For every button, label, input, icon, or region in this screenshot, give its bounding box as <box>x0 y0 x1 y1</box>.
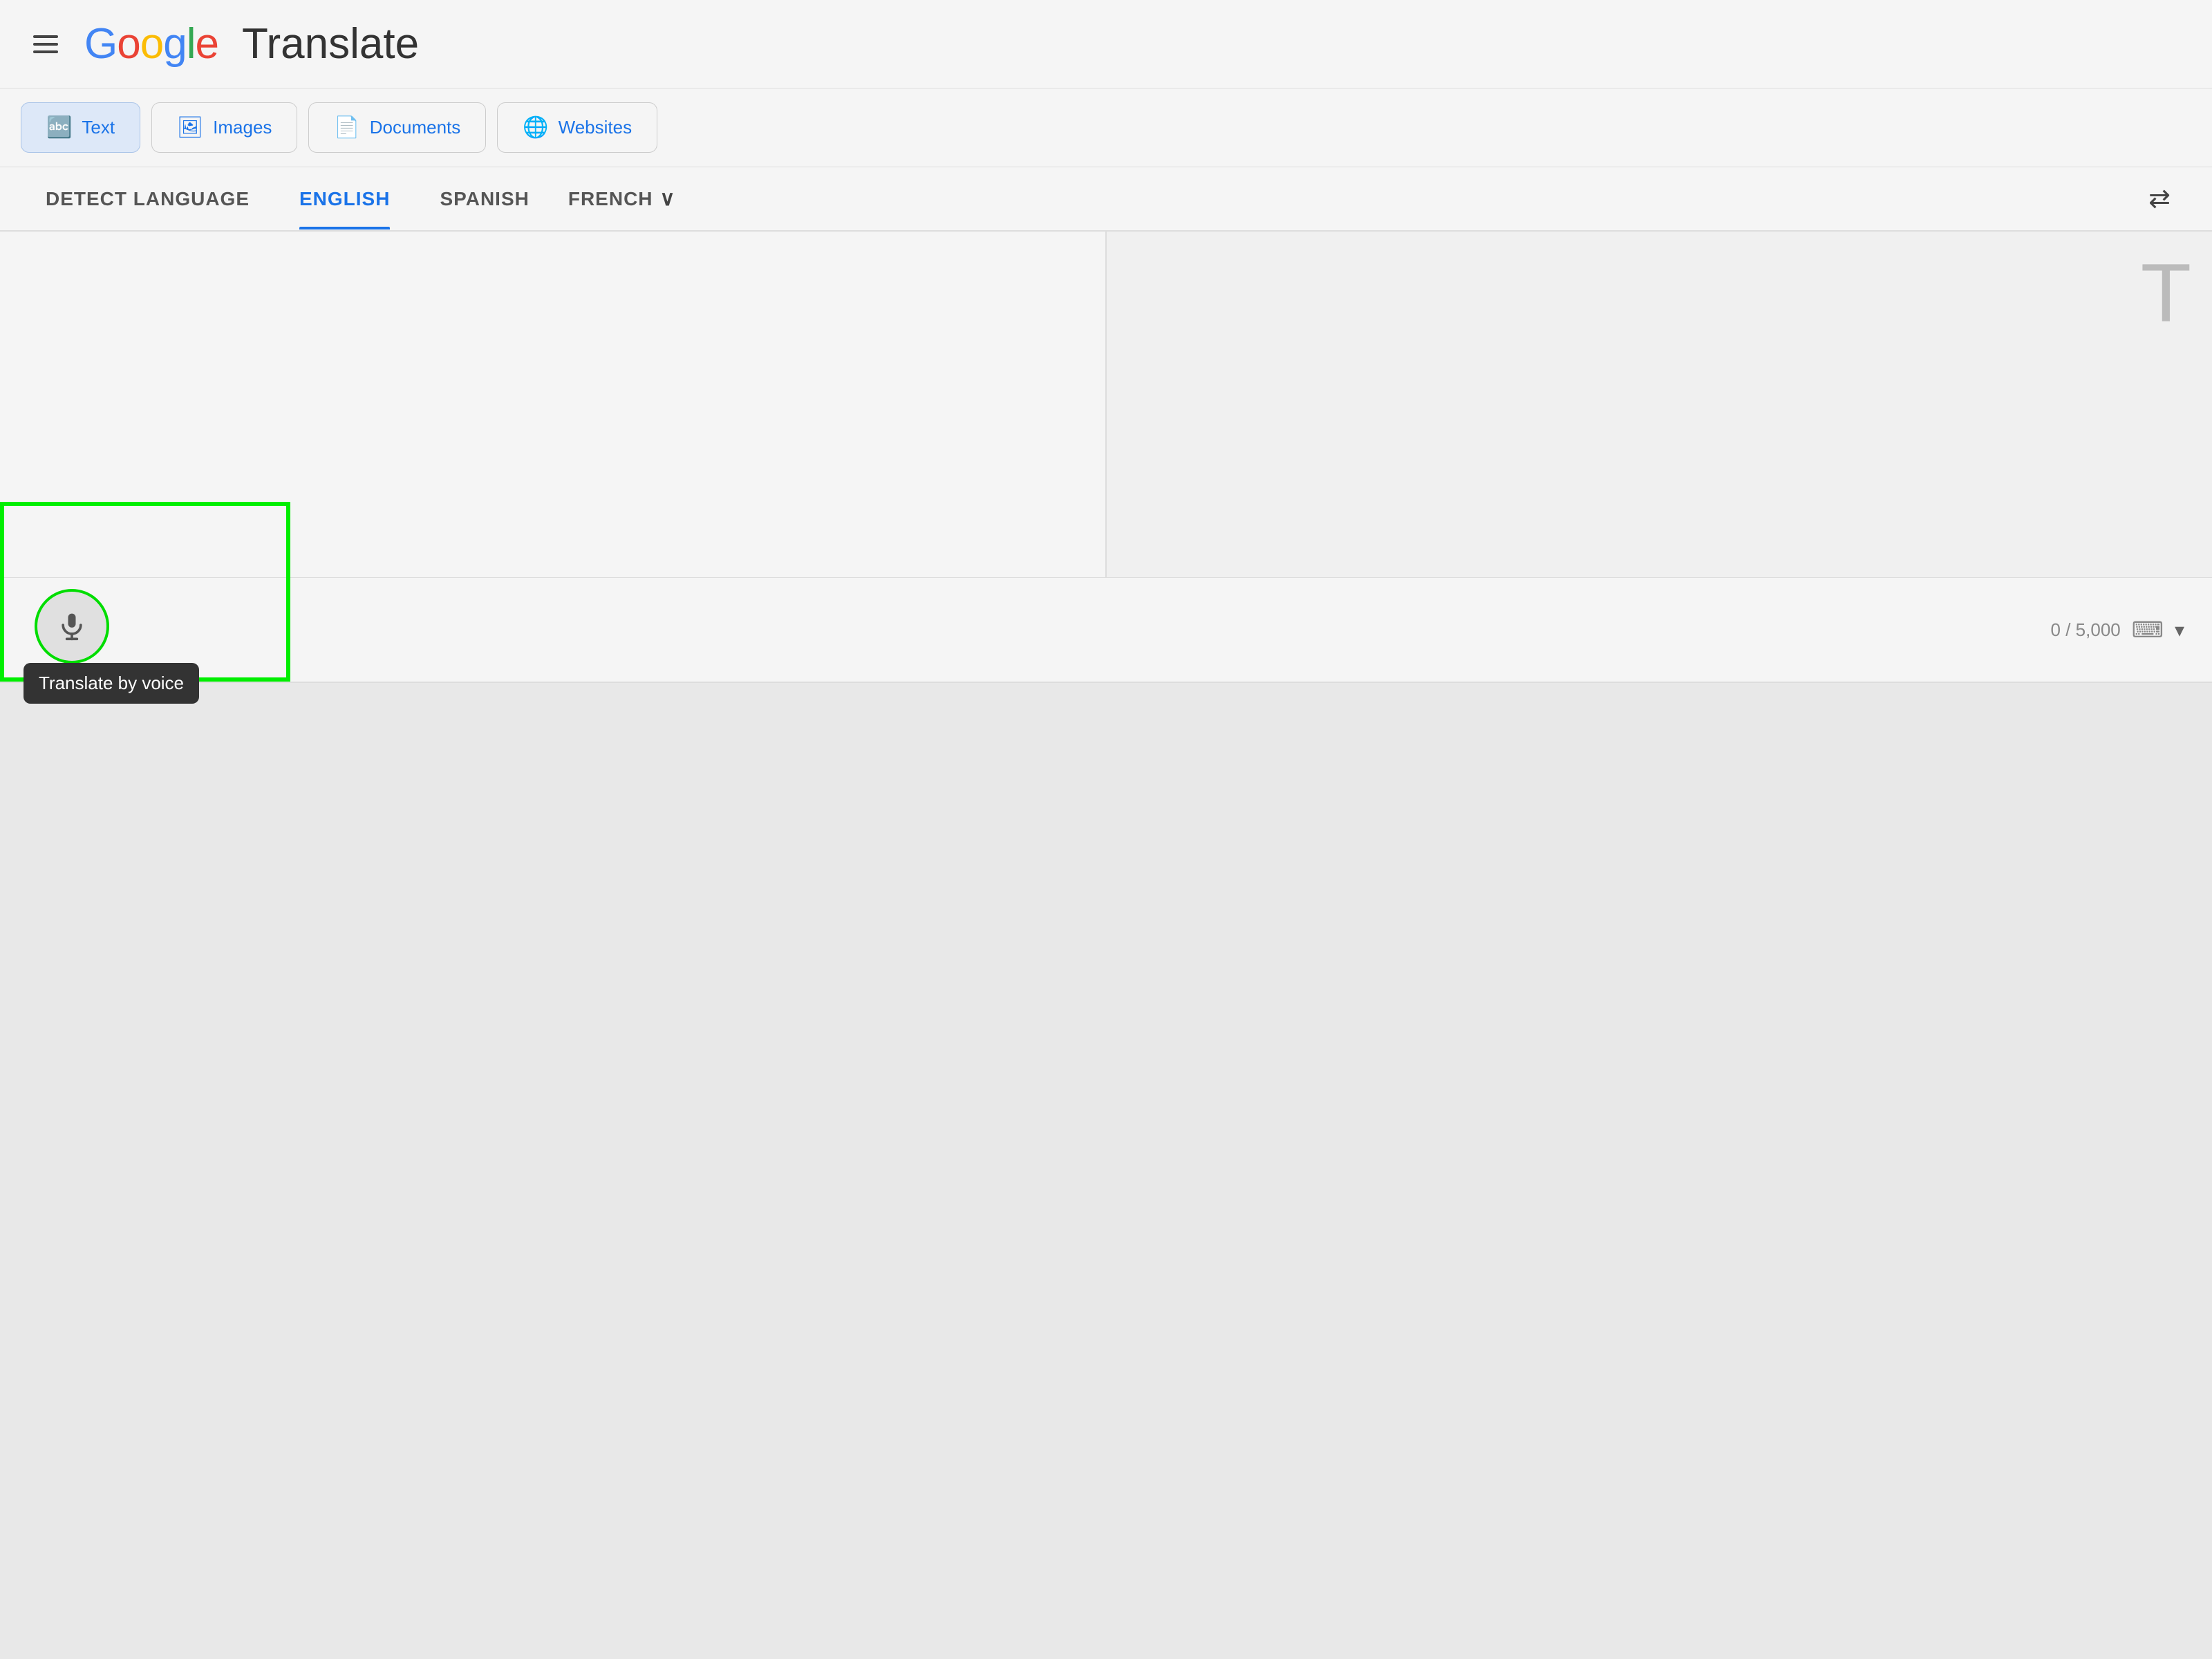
bottom-section <box>0 683 2212 766</box>
output-panel: T <box>1107 232 2212 577</box>
voice-button-wrapper: Translate by voice <box>37 592 106 661</box>
tab-images-label: Images <box>213 117 272 138</box>
swap-languages-button[interactable]: ⇄ <box>2128 169 2191 228</box>
input-bottom-bar: Translate by voice 0 / 5,000 ⌨ ▾ <box>0 577 2212 683</box>
documents-icon: 📄 <box>334 115 359 140</box>
text-translate-icon: 🔤 <box>46 115 72 140</box>
tab-websites-label: Websites <box>559 117 632 138</box>
logo-letter-l: l <box>187 20 196 68</box>
keyboard-icon[interactable]: ⌨ <box>2132 617 2164 643</box>
spanish-language-option[interactable]: SPANISH <box>415 169 554 229</box>
input-options-chevron[interactable]: ▾ <box>2175 619 2184 641</box>
tab-images[interactable]: 🖼 Images <box>151 102 297 153</box>
voice-tooltip: Translate by voice <box>24 663 199 704</box>
chevron-down-icon: ∨ <box>660 187 676 211</box>
french-language-option[interactable]: FRENCH ∨ <box>554 167 690 230</box>
logo-letter-o2: o <box>140 20 163 68</box>
tab-text-label: Text <box>82 117 115 138</box>
menu-button[interactable] <box>28 30 64 59</box>
voice-translate-button[interactable] <box>37 592 106 661</box>
images-icon: 🖼 <box>177 115 203 140</box>
logo-letter-g2: g <box>163 20 186 68</box>
logo-translate-text: Translate <box>242 19 419 68</box>
logo-letter-e: e <box>195 20 218 68</box>
websites-icon: 🌐 <box>523 115 548 140</box>
english-language-option[interactable]: ENGLISH <box>274 169 415 229</box>
logo-letter-o1: o <box>117 20 140 68</box>
microphone-icon <box>57 611 87 641</box>
input-panel <box>0 232 1107 577</box>
swap-icon: ⇄ <box>2148 185 2171 214</box>
google-logo: Google <box>84 19 218 68</box>
language-bar: DETECT LANGUAGE ENGLISH SPANISH FRENCH ∨… <box>0 167 2212 232</box>
header: Google Translate <box>0 0 2212 88</box>
main-area: T <box>0 232 2212 577</box>
tab-bar: 🔤 Text 🖼 Images 📄 Documents 🌐 Websites <box>0 88 2212 167</box>
detect-language-option[interactable]: DETECT LANGUAGE <box>21 169 274 229</box>
char-count-area: 0 / 5,000 ⌨ ▾ <box>2051 617 2184 643</box>
tab-websites[interactable]: 🌐 Websites <box>497 102 657 153</box>
tab-text[interactable]: 🔤 Text <box>21 102 140 153</box>
char-count-text: 0 / 5,000 <box>2051 619 2121 641</box>
tab-documents[interactable]: 📄 Documents <box>308 102 486 153</box>
logo-letter-g: G <box>84 20 117 68</box>
tab-documents-label: Documents <box>370 117 461 138</box>
output-placeholder-letter: T <box>2141 245 2191 341</box>
